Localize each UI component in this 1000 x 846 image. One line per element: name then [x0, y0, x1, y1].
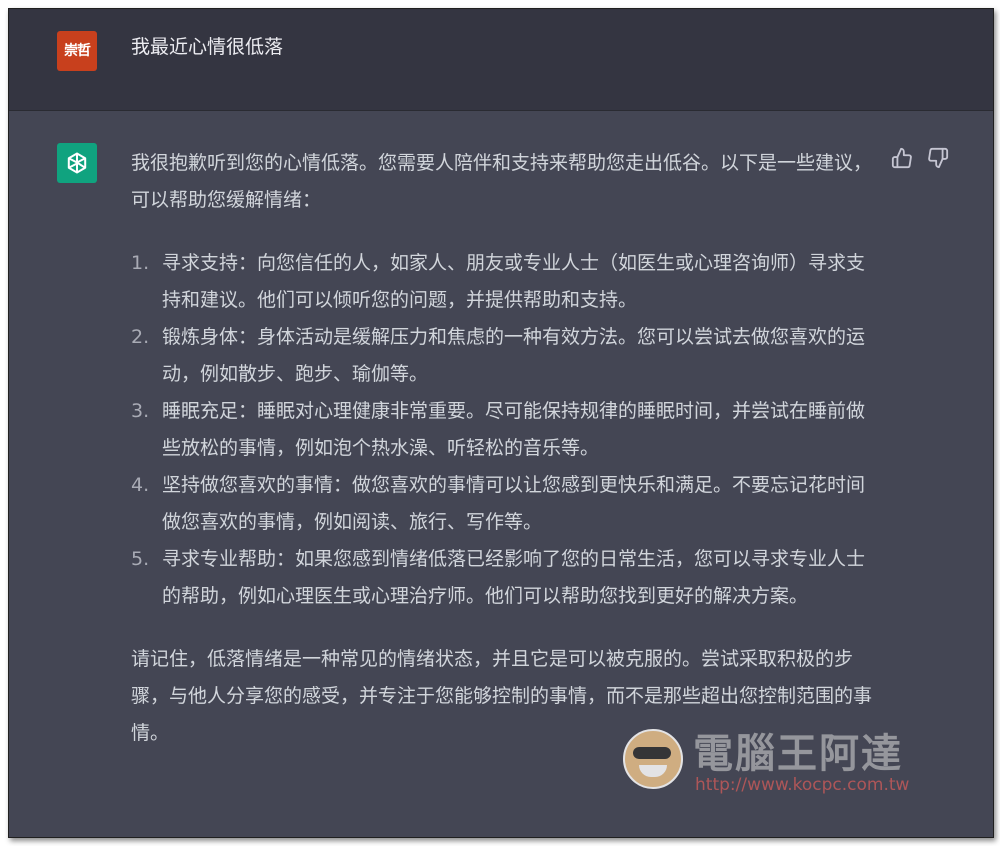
list-item-text: 睡眠充足：睡眠对心理健康非常重要。尽可能保持规律的睡眠时间，并尝试在睡前做些放松…: [162, 400, 866, 459]
list-item-number: 5.: [131, 548, 150, 570]
list-item-text: 寻求专业帮助：如果您感到情绪低落已经影响了您的日常生活，您可以寻求专业人士的帮助…: [162, 548, 866, 607]
feedback-buttons: [891, 147, 949, 169]
assistant-avatar: [57, 143, 97, 183]
list-item-text: 锻炼身体：身体活动是缓解压力和焦虑的一种有效方法。您可以尝试去做您喜欢的运动，例…: [162, 326, 866, 385]
user-message-text: 我最近心情很低落: [131, 36, 284, 58]
list-item-number: 4.: [131, 474, 150, 496]
thumbs-up-icon: [891, 147, 912, 169]
chat-window: 崇哲 我最近心情很低落 我很抱歉听到您的心情低落。您需要人陪伴和支持来帮助您走出…: [8, 8, 994, 838]
list-item: 4. 坚持做您喜欢的事情：做您喜欢的事情可以让您感到更快乐和满足。不要忘记花时间…: [131, 467, 876, 541]
list-item-number: 2.: [131, 326, 150, 348]
list-item: 3. 睡眠充足：睡眠对心理健康非常重要。尽可能保持规律的睡眠时间，并尝试在睡前做…: [131, 393, 876, 467]
response-intro: 我很抱歉听到您的心情低落。您需要人陪伴和支持来帮助您走出低谷。以下是一些建议，可…: [131, 152, 873, 211]
thumbs-down-button[interactable]: [927, 147, 949, 169]
assistant-response: 我很抱歉听到您的心情低落。您需要人陪伴和支持来帮助您走出低谷。以下是一些建议，可…: [131, 145, 876, 752]
thumbs-up-button[interactable]: [891, 147, 913, 169]
list-item-number: 1.: [131, 252, 150, 274]
user-message-row: 崇哲 我最近心情很低落: [9, 9, 993, 111]
list-item-text: 寻求支持：向您信任的人，如家人、朋友或专业人士（如医生或心理咨询师）寻求支持和建…: [162, 252, 866, 311]
list-item: 1. 寻求支持：向您信任的人，如家人、朋友或专业人士（如医生或心理咨询师）寻求支…: [131, 245, 876, 319]
thumbs-down-icon: [928, 147, 949, 169]
tips-list: 1. 寻求支持：向您信任的人，如家人、朋友或专业人士（如医生或心理咨询师）寻求支…: [131, 245, 876, 615]
assistant-message-row: 我很抱歉听到您的心情低落。您需要人陪伴和支持来帮助您走出低谷。以下是一些建议，可…: [9, 111, 993, 837]
openai-logo-icon: [67, 152, 87, 174]
watermark-url: http://www.kocpc.com.tw: [695, 775, 910, 795]
response-closing: 请记住，低落情绪是一种常见的情绪状态，并且它是可以被克服的。尝试采取积极的步骤，…: [131, 648, 873, 744]
list-item: 2. 锻炼身体：身体活动是缓解压力和焦虑的一种有效方法。您可以尝试去做您喜欢的运…: [131, 319, 876, 393]
list-item: 5. 寻求专业帮助：如果您感到情绪低落已经影响了您的日常生活，您可以寻求专业人士…: [131, 541, 876, 615]
list-item-text: 坚持做您喜欢的事情：做您喜欢的事情可以让您感到更快乐和满足。不要忘记花时间做您喜…: [162, 474, 866, 533]
user-avatar: 崇哲: [57, 31, 97, 71]
list-item-number: 3.: [131, 400, 150, 422]
